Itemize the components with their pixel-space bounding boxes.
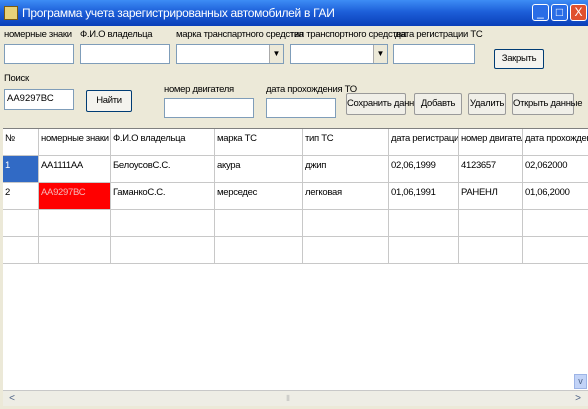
regdate-cell[interactable]: 01,06,1991 [389,183,459,209]
type-cell[interactable]: легковая [303,183,389,209]
scroll-thumb-grip-icon[interactable]: ⦀ [281,392,295,406]
open-button[interactable]: Открыть данные [512,93,582,115]
close-button[interactable]: Закрыть [494,49,544,69]
save-button[interactable]: Сохранить данные [346,93,426,115]
table-row-empty[interactable] [3,237,588,264]
empty-cell[interactable] [389,210,459,236]
add-button[interactable]: Добавть [414,93,462,115]
chevron-down-icon[interactable]: ▼ [269,45,283,63]
scroll-left-icon[interactable]: < [5,392,19,406]
row-number-cell[interactable]: 1 [3,156,39,182]
plate-input[interactable] [4,44,74,64]
regdate-input[interactable] [393,44,475,64]
type-select[interactable]: ▼ [290,44,388,64]
find-button[interactable]: Найти [86,90,132,112]
inspection-input[interactable] [266,98,336,118]
chevron-down-icon[interactable]: ▼ [373,45,387,63]
empty-cell[interactable] [523,210,588,236]
empty-cell[interactable] [39,237,111,263]
inspection-cell[interactable]: 02,062000 [523,156,588,182]
column-header[interactable]: номерные знаки [39,129,111,155]
app-window: Программа учета зарегистрированных автом… [0,0,588,409]
empty-cell[interactable] [303,237,389,263]
column-header[interactable]: Ф.И.О владельца [111,129,215,155]
regdate-label: дата регистрации ТС [395,29,483,40]
owner-cell[interactable]: БелоусовС.С. [111,156,215,182]
brand-label: марка транспартного средства [176,29,304,40]
grid-header-row: № номерные знаки Ф.И.О владельца марка Т… [3,129,588,156]
brand-cell[interactable]: мерседес [215,183,303,209]
inspection-cell[interactable]: 01,06,2000 [523,183,588,209]
maximize-button[interactable]: □ [551,4,568,21]
title-bar[interactable]: Программа учета зарегистрированных автом… [0,0,588,26]
data-grid[interactable]: № номерные знаки Ф.И.О владельца марка Т… [3,128,588,390]
table-row[interactable]: 1 АА1111АА БелоусовС.С. акура джип 02,06… [3,156,588,183]
empty-cell[interactable] [303,210,389,236]
plate-cell-highlighted[interactable]: АА9297ВС [39,183,111,209]
empty-cell[interactable] [459,237,523,263]
brand-cell[interactable]: акура [215,156,303,182]
owner-cell[interactable]: ГаманкоС.С. [111,183,215,209]
column-header[interactable]: номер двигателя [459,129,523,155]
column-header[interactable]: дата регистрации [389,129,459,155]
column-header[interactable]: тип ТС [303,129,389,155]
plate-cell[interactable]: АА1111АА [39,156,111,182]
empty-cell[interactable] [215,210,303,236]
scroll-right-icon[interactable]: > [571,392,585,406]
regdate-cell[interactable]: 02,06,1999 [389,156,459,182]
engine-label: номер двигателя [164,84,234,95]
type-cell[interactable]: джип [303,156,389,182]
engine-input[interactable] [164,98,254,118]
column-header[interactable]: марка ТС [215,129,303,155]
minimize-button[interactable]: _ [532,4,549,21]
owner-input[interactable] [80,44,170,64]
window-title: Программа учета зарегистрированных автом… [22,6,335,20]
empty-cell[interactable] [111,210,215,236]
empty-cell[interactable] [3,210,39,236]
engine-cell[interactable]: РАНЕНЛ [459,183,523,209]
owner-label: Ф.И.О владельца [80,29,153,40]
column-header[interactable]: № [3,129,39,155]
empty-cell[interactable] [215,237,303,263]
empty-cell[interactable] [111,237,215,263]
empty-cell[interactable] [3,237,39,263]
search-label: Поиск [4,73,29,84]
empty-cell[interactable] [523,237,588,263]
type-label: тип транспортного средства [290,29,407,40]
empty-cell[interactable] [39,210,111,236]
brand-select[interactable]: ▼ [176,44,284,64]
table-row[interactable]: 2 АА9297ВС ГаманкоС.С. мерседес легковая… [3,183,588,210]
scroll-down-button[interactable]: v [574,374,587,389]
horizontal-scrollbar[interactable]: < ⦀ > [3,390,588,406]
empty-cell[interactable] [459,210,523,236]
column-header[interactable]: дата прохождения [523,129,588,155]
inspection-label: дата прохождения ТО [266,84,357,95]
row-number-cell[interactable]: 2 [3,183,39,209]
search-input[interactable]: АА9297ВС [4,89,74,110]
engine-cell[interactable]: 4123657 [459,156,523,182]
close-window-button[interactable]: X [570,4,587,21]
table-row-empty[interactable] [3,210,588,237]
plate-label: номерные знаки [4,29,72,40]
app-icon [4,6,18,20]
delete-button[interactable]: Удалить [468,93,506,115]
empty-cell[interactable] [389,237,459,263]
